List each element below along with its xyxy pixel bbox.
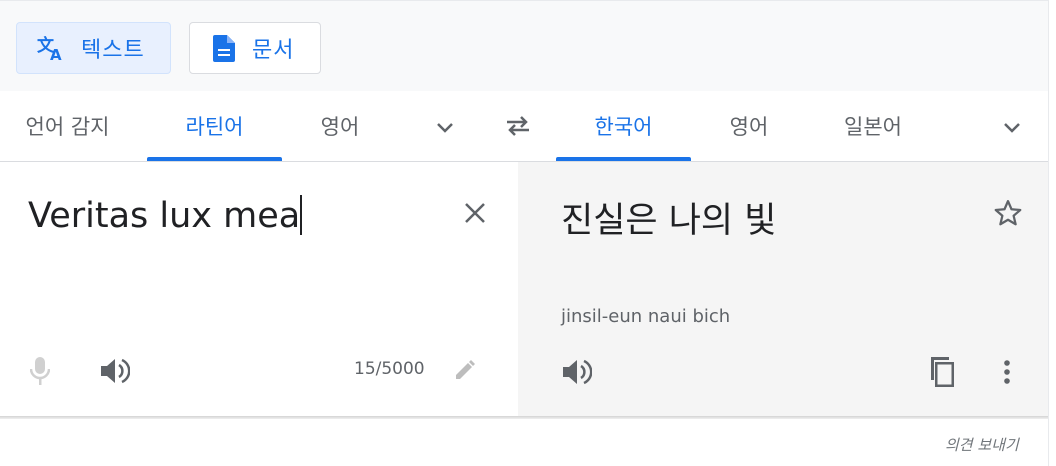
chevron-down-icon[interactable] [998, 113, 1026, 141]
document-icon [208, 32, 240, 64]
mic-icon[interactable] [26, 355, 54, 387]
language-bar: 언어 감지 라틴어 영어 한국어 영어 일본어 [0, 91, 1048, 162]
copy-icon[interactable] [923, 355, 957, 389]
tab-source-latin[interactable]: 라틴어 [147, 91, 282, 161]
speaker-icon[interactable] [561, 356, 593, 388]
tab-detect-language[interactable]: 언어 감지 [10, 91, 125, 161]
translation-output: 진실은 나의 빛 [561, 201, 777, 241]
text-mode-button[interactable]: 文 A 텍스트 [16, 22, 171, 74]
swap-icon[interactable] [503, 111, 533, 141]
chevron-down-icon[interactable] [431, 113, 459, 141]
send-feedback-link[interactable]: 의견 보내기 [945, 434, 1019, 455]
close-icon[interactable] [460, 198, 490, 228]
tab-target-english[interactable]: 영어 [700, 91, 798, 161]
tab-target-japanese[interactable]: 일본어 [818, 91, 928, 161]
target-panel: 진실은 나의 빛 jinsil-eun naui bich [518, 162, 1048, 416]
character-count: 15/5000 [354, 359, 425, 379]
mode-toolbar: 文 A 텍스트 문서 [0, 0, 1048, 92]
romanization-text: jinsil-eun naui bich [561, 306, 731, 327]
text-mode-label: 텍스트 [81, 38, 145, 63]
translate-icon: 文 A [35, 32, 67, 64]
speaker-icon[interactable] [99, 355, 131, 387]
tab-source-english[interactable]: 영어 [290, 91, 390, 161]
more-vert-icon[interactable] [996, 355, 1018, 389]
tab-target-korean[interactable]: 한국어 [556, 91, 691, 161]
text-cursor [300, 195, 303, 235]
document-mode-label: 문서 [252, 38, 295, 63]
page-edge [1048, 0, 1056, 466]
source-text: Veritas lux mea [28, 196, 301, 236]
source-input[interactable]: Veritas lux mea [28, 195, 303, 236]
source-panel: Veritas lux mea 15/5000 [0, 162, 518, 416]
translate-app: 文 A 텍스트 문서 언어 감지 라틴어 영어 한국어 영어 일본어 Verit… [0, 0, 1056, 466]
pencil-icon[interactable] [451, 356, 479, 384]
star-icon[interactable] [991, 196, 1025, 230]
svg-text:A: A [50, 46, 62, 62]
panel-shadow [0, 416, 1048, 419]
document-mode-button[interactable]: 문서 [189, 22, 321, 74]
